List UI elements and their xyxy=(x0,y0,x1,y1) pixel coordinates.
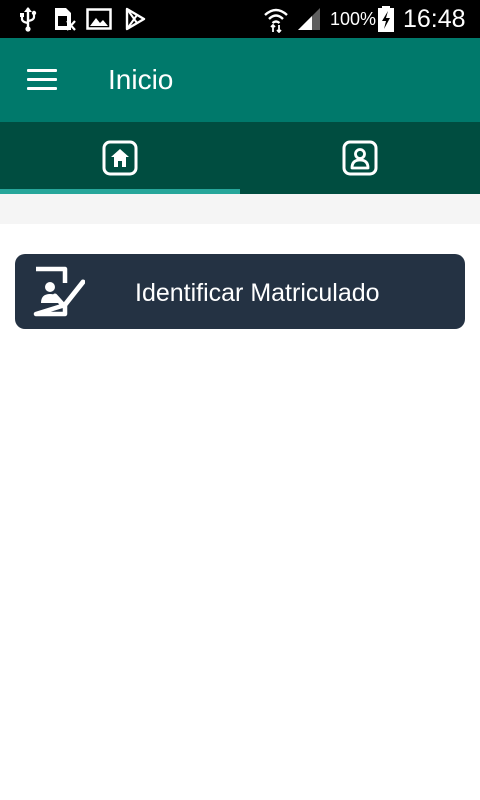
clock: 16:48 xyxy=(403,5,466,33)
battery-charging-icon xyxy=(375,6,397,32)
identify-member-label: Identificar Matriculado xyxy=(135,279,380,307)
usb-icon xyxy=(16,6,40,32)
status-bar: 100% 16:48 xyxy=(0,0,480,38)
image-icon xyxy=(86,6,112,32)
wifi-icon xyxy=(262,6,290,33)
battery-percent: 100% xyxy=(330,9,377,29)
tab-home[interactable] xyxy=(0,122,240,194)
home-icon xyxy=(102,140,138,176)
app-bar: Inicio xyxy=(0,38,480,122)
tab-profile[interactable] xyxy=(240,122,480,194)
menu-button[interactable] xyxy=(22,62,62,98)
page-title: Inicio xyxy=(108,64,174,95)
play-store-icon xyxy=(122,6,148,32)
identify-member-button[interactable]: Identificar Matriculado xyxy=(15,254,465,329)
tab-bar xyxy=(0,122,480,194)
content-header-strip xyxy=(0,194,480,224)
signal-icon xyxy=(296,6,322,32)
id-check-icon xyxy=(33,266,85,317)
sim-icon xyxy=(52,6,78,32)
profile-icon xyxy=(342,140,378,176)
